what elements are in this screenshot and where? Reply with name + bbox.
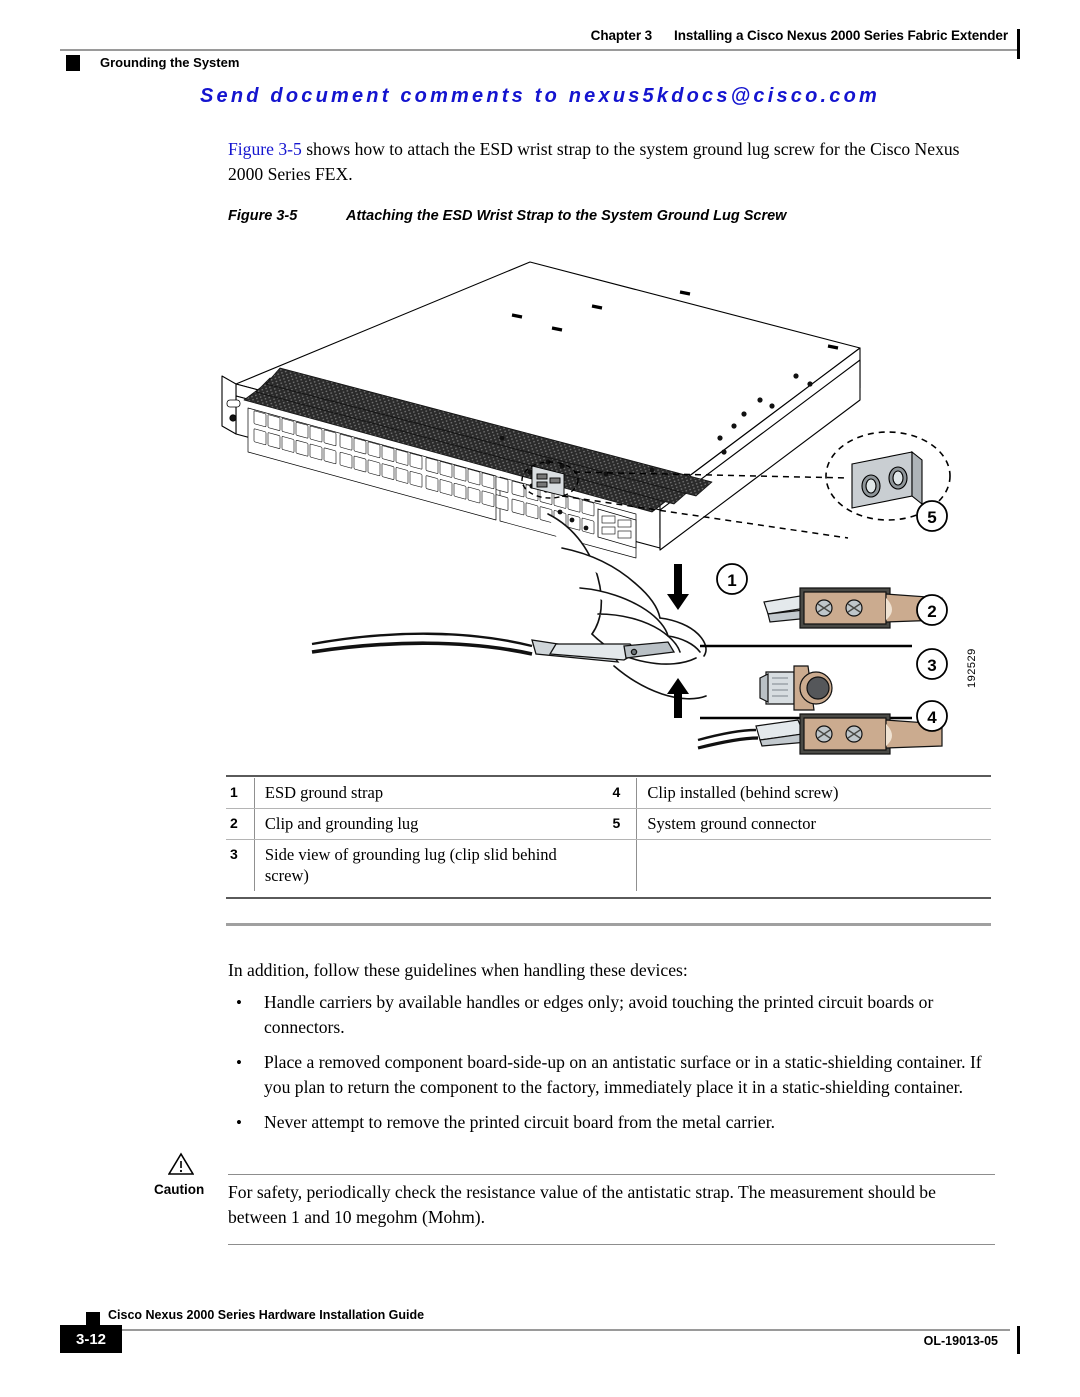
legend-number: 3 [230, 846, 238, 862]
system-ground-connector-magnified [851, 450, 923, 509]
esd-strap-cable [311, 632, 533, 656]
intro-paragraph: Figure 3-5 shows how to attach the ESD w… [228, 137, 996, 187]
list-item-text: Handle carriers by available handles or … [264, 992, 934, 1037]
legend-text: Clip installed (behind screw) [636, 778, 991, 809]
callout-5: 5 [916, 500, 948, 532]
footer-guide-title: Cisco Nexus 2000 Series Hardware Install… [108, 1308, 425, 1322]
header-rule [60, 49, 1020, 51]
footer-right-tick [1017, 1326, 1020, 1354]
legend-text: ESD ground strap [253, 778, 609, 809]
warning-triangle-icon [168, 1152, 194, 1175]
caution-label: Caution [154, 1182, 205, 1197]
grounding-lug-side-view-part [759, 665, 833, 711]
table-row: 1 ESD ground strap 4 Clip installed (beh… [226, 778, 991, 809]
clip-installed-part [697, 713, 943, 755]
clip-and-grounding-lug-part [763, 587, 943, 629]
svg-text:2: 2 [927, 602, 936, 621]
table-row: 2 Clip and grounding lug 5 System ground… [226, 808, 991, 840]
legend-top-rule [226, 775, 991, 777]
bullet-icon: • [236, 1053, 242, 1072]
caution-bottom-rule [228, 1244, 995, 1245]
callout-2: 2 [916, 594, 948, 626]
section-divider [226, 923, 991, 926]
legend-text: Clip and grounding lug [253, 808, 609, 840]
svg-text:5: 5 [927, 508, 936, 527]
page-header: Chapter 3 Installing a Cisco Nexus 2000 S… [60, 28, 1020, 78]
svg-text:3: 3 [927, 656, 936, 675]
figure-illustration: 1 2 3 4 5 192529 [200, 248, 1000, 768]
figure-caption: Figure 3-5 Attaching the ESD Wrist Strap … [228, 208, 1008, 224]
callout-3: 3 [916, 648, 948, 680]
legend-number: 4 [608, 778, 637, 809]
header-chapter-number: Chapter 3 [590, 28, 653, 43]
legend-number: 5 [608, 808, 637, 840]
callout-4: 4 [916, 700, 948, 732]
list-item: • Never attempt to remove the printed ci… [228, 1110, 998, 1135]
legend-number: 1 [226, 778, 255, 809]
figure-svg: 1 2 3 4 5 [221, 261, 951, 755]
figure-art-id: 192529 [966, 648, 978, 688]
footer-rule [80, 1329, 1010, 1331]
bullet-icon: • [236, 993, 242, 1012]
list-item: • Handle carriers by available handles o… [228, 990, 998, 1040]
caution-top-rule [228, 1174, 995, 1175]
table-row: 3 Side view of grounding lug (clip slid … [226, 839, 991, 892]
bullet-icon: • [236, 1113, 242, 1132]
legend-number [609, 840, 637, 892]
legend-text [636, 839, 991, 891]
page-number-badge: 3-12 [60, 1325, 122, 1353]
header-right-tick [1017, 29, 1020, 59]
legend-text: System ground connector [636, 808, 991, 840]
figure-cross-reference-link[interactable]: Figure 3-5 [228, 139, 302, 159]
guidelines-intro: In addition, follow these guidelines whe… [228, 960, 688, 980]
guidelines-list: • Handle carriers by available handles o… [228, 990, 998, 1145]
caution-text: For safety, periodically check the resis… [228, 1182, 936, 1227]
send-comments-banner: Send document comments to nexus5kdocs@ci… [199, 85, 881, 107]
svg-text:4: 4 [927, 708, 937, 727]
figure-caption-number: Figure 3-5 [228, 208, 298, 224]
figure-caption-title: Attaching the ESD Wrist Strap to the Sys… [346, 208, 787, 224]
header-section-title: Grounding the System [100, 55, 240, 70]
legend-bottom-rule [226, 897, 991, 899]
header-chapter-line: Chapter 3 Installing a Cisco Nexus 2000 S… [591, 28, 1008, 43]
svg-text:1: 1 [727, 571, 736, 590]
legend-text: Side view of grounding lug (clip slid be… [253, 839, 609, 891]
legend-number: 2 [226, 808, 255, 840]
header-chapter-title: Installing a Cisco Nexus 2000 Series Fab… [674, 28, 1008, 43]
footer-document-id: OL-19013-05 [923, 1334, 998, 1348]
page-footer: Cisco Nexus 2000 Series Hardware Install… [60, 1308, 1020, 1358]
list-item: • Place a removed component board-side-u… [228, 1050, 998, 1100]
list-item-text: Never attempt to remove the printed circ… [264, 1112, 775, 1132]
intro-paragraph-text: shows how to attach the ESD wrist strap … [228, 139, 960, 184]
list-item-text: Place a removed component board-side-up … [264, 1052, 982, 1097]
figure-legend-table: 1 ESD ground strap 4 Clip installed (beh… [226, 778, 991, 891]
header-square-bullet-icon [66, 55, 80, 71]
callout-1: 1 [716, 563, 748, 595]
